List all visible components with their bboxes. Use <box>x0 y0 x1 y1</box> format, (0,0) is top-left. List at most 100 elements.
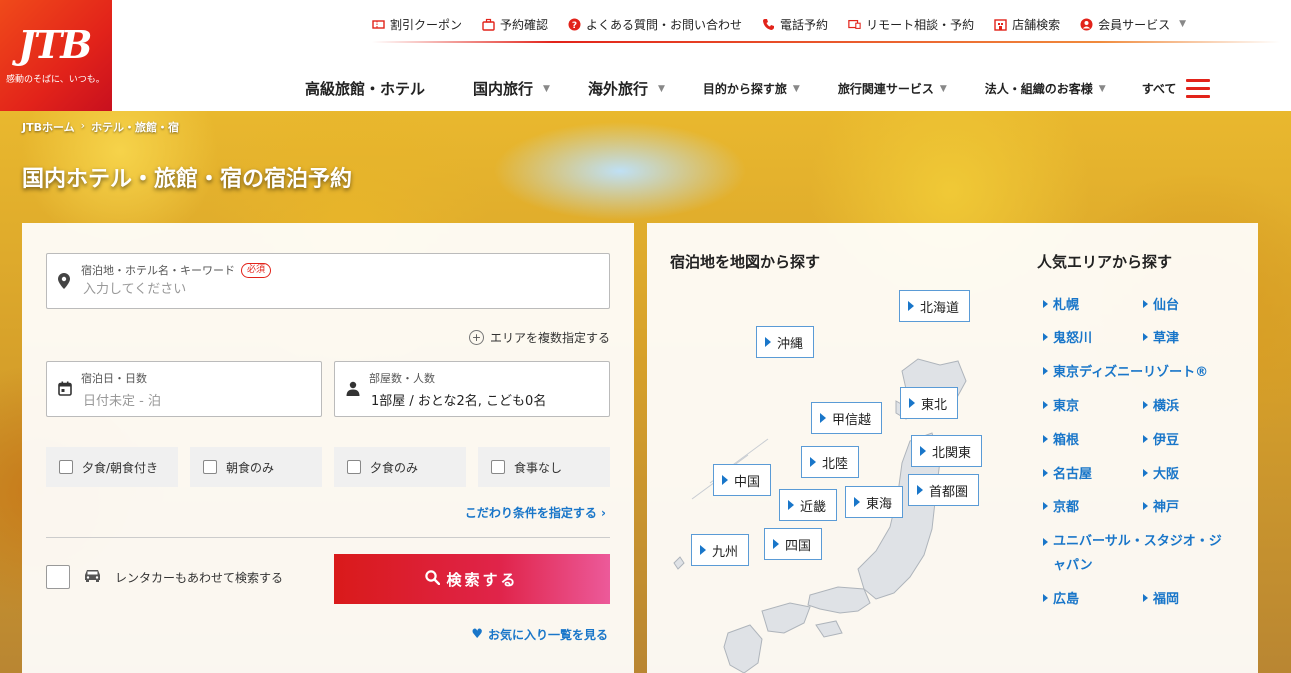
play-arrow-icon <box>1143 593 1148 602</box>
popular-area-label: 伊豆 <box>1153 433 1180 448</box>
chevron-down-icon: ▼ <box>657 83 665 94</box>
popular-area-kobe[interactable]: 神戸 <box>1143 496 1179 515</box>
meal-option-dinner-breakfast[interactable]: 夕食/朝食付き <box>46 447 178 487</box>
utility-label: 電話予約 <box>780 17 829 32</box>
utility-reservation-check[interactable]: 予約確認 <box>482 16 548 33</box>
meal-option-no-meal[interactable]: 食事なし <box>478 447 610 487</box>
region-koshinetsu[interactable]: 甲信越 <box>811 402 883 434</box>
utility-label: リモート相談・予約 <box>866 17 975 32</box>
breadcrumb: JTBホーム › ホテル・旅館・宿 <box>22 119 179 135</box>
calendar-icon <box>58 381 72 400</box>
nav-label: 目的から探す旅 <box>702 82 787 96</box>
play-arrow-icon <box>854 497 860 507</box>
destination-field[interactable]: 宿泊地・ホテル名・キーワード 必須 <box>46 253 610 309</box>
breadcrumb-current[interactable]: ホテル・旅館・宿 <box>91 119 179 135</box>
search-button[interactable]: 検索する <box>334 554 610 604</box>
detailed-conditions-link[interactable]: こだわり条件を指定する › <box>465 504 606 521</box>
popular-area-label: ユニバーサル・スタジオ・ジャパン <box>1053 534 1222 573</box>
utility-remote-consult[interactable]: リモート相談・予約 <box>848 16 974 33</box>
phone-icon <box>762 18 775 31</box>
rooms-guests-field[interactable]: 部屋数・人数 1部屋 / おとな2名, こども0名 <box>334 361 610 417</box>
meal-option-dinner-only[interactable]: 夕食のみ <box>334 447 466 487</box>
popular-area-sapporo[interactable]: 札幌 <box>1043 294 1079 313</box>
utility-phone[interactable]: 電話予約 <box>762 16 828 33</box>
utility-faq[interactable]: ? よくある質問・お問い合わせ <box>568 16 742 33</box>
utility-coupon[interactable]: 割引クーポン <box>372 16 462 33</box>
play-arrow-icon <box>700 545 706 555</box>
region-label: 沖縄 <box>777 336 804 352</box>
checkbox[interactable] <box>347 460 361 474</box>
popular-area-label: 横浜 <box>1153 399 1180 414</box>
main-nav: 高級旅館・ホテル 国内旅行 ▼ 海外旅行 ▼ 目的から探す旅 ▼ 旅行関連サービ… <box>305 78 1211 99</box>
utility-member-service[interactable]: 会員サービス ▼ <box>1080 16 1186 33</box>
play-arrow-icon <box>1043 501 1048 510</box>
region-kyushu[interactable]: 九州 <box>691 534 750 566</box>
popular-area-hiroshima[interactable]: 広島 <box>1043 588 1079 607</box>
play-arrow-icon <box>1043 299 1048 308</box>
checkbox[interactable] <box>59 460 73 474</box>
map-section-title: 宿泊地を地図から探す <box>670 253 821 271</box>
breadcrumb-home[interactable]: JTBホーム <box>22 119 75 135</box>
hero-section: JTBホーム › ホテル・旅館・宿 国内ホテル・旅館・宿の宿泊予約 宿泊地・ホテ… <box>0 111 1291 673</box>
popular-area-yokohama[interactable]: 横浜 <box>1143 395 1179 414</box>
region-shikoku[interactable]: 四国 <box>764 528 823 560</box>
play-arrow-icon <box>765 337 771 347</box>
coupon-icon <box>372 18 385 31</box>
nav-domestic-travel[interactable]: 国内旅行 ▼ <box>473 78 550 99</box>
popular-area-tokyo-disney-resort[interactable]: 東京ディズニーリゾート® <box>1043 361 1208 380</box>
popular-area-osaka[interactable]: 大阪 <box>1143 463 1179 482</box>
rentacar-option[interactable]: レンタカーもあわせて検索する <box>46 565 283 589</box>
multi-area-link[interactable]: + エリアを複数指定する <box>468 329 610 346</box>
checkbox[interactable] <box>491 460 505 474</box>
meal-option-breakfast-only[interactable]: 朝食のみ <box>190 447 322 487</box>
utility-store-search[interactable]: 店舗検索 <box>994 16 1060 33</box>
destination-input[interactable] <box>83 282 563 297</box>
popular-area-nagoya[interactable]: 名古屋 <box>1043 463 1092 482</box>
region-shutoken[interactable]: 首都圏 <box>908 474 980 506</box>
popular-area-usj[interactable]: ユニバーサル・スタジオ・ジャパン <box>1043 530 1233 578</box>
location-pin-icon <box>58 273 70 293</box>
nav-overseas-travel[interactable]: 海外旅行 ▼ <box>588 78 665 99</box>
region-hokkaido[interactable]: 北海道 <box>899 290 971 322</box>
nav-all-menu[interactable]: すべて <box>1142 79 1211 98</box>
popular-area-fukuoka[interactable]: 福岡 <box>1143 588 1179 607</box>
nav-luxury-hotels[interactable]: 高級旅館・ホテル <box>305 78 425 99</box>
popular-area-kinugawa[interactable]: 鬼怒川 <box>1043 327 1092 346</box>
dates-field[interactable]: 宿泊日・日数 日付未定 - 泊 <box>46 361 322 417</box>
region-hokuriku[interactable]: 北陸 <box>801 446 860 478</box>
popular-area-hakone[interactable]: 箱根 <box>1043 429 1079 448</box>
region-label: 東海 <box>866 496 893 512</box>
chevron-down-icon: ▼ <box>543 83 550 94</box>
utility-underline <box>372 41 1280 43</box>
jtb-logo[interactable]: JTB 感動のそばに、いつも。 <box>0 0 112 111</box>
car-icon <box>84 569 101 585</box>
checkbox[interactable] <box>203 460 217 474</box>
popular-area-kusatsu[interactable]: 草津 <box>1143 327 1179 346</box>
region-chugoku[interactable]: 中国 <box>713 464 772 496</box>
briefcase-icon <box>482 18 495 31</box>
rentacar-checkbox[interactable] <box>46 565 70 589</box>
region-label: 北海道 <box>920 300 960 316</box>
play-arrow-icon <box>1043 538 1048 546</box>
popular-area-sendai[interactable]: 仙台 <box>1143 294 1179 313</box>
region-tokai[interactable]: 東海 <box>845 486 904 518</box>
nav-purpose-travel[interactable]: 目的から探す旅 ▼ <box>703 80 800 97</box>
logo-mark: JTB <box>18 22 92 67</box>
play-arrow-icon <box>773 539 779 549</box>
region-tohoku[interactable]: 東北 <box>900 387 959 419</box>
nav-label: 海外旅行 <box>587 80 648 98</box>
popular-area-kyoto[interactable]: 京都 <box>1043 496 1079 515</box>
popular-area-label: 京都 <box>1053 500 1080 515</box>
region-kita-kanto[interactable]: 北関東 <box>911 435 983 467</box>
popular-area-tokyo[interactable]: 東京 <box>1043 395 1079 414</box>
chevron-down-icon: ▼ <box>792 83 800 94</box>
popular-area-izu[interactable]: 伊豆 <box>1143 429 1179 448</box>
nav-corporate[interactable]: 法人・組織のお客様 ▼ <box>985 80 1106 97</box>
region-kinki[interactable]: 近畿 <box>779 489 838 521</box>
play-arrow-icon <box>1143 299 1148 308</box>
destination-label: 宿泊地・ホテル名・キーワード 必須 <box>81 262 272 278</box>
region-okinawa[interactable]: 沖縄 <box>756 326 815 358</box>
favorites-link[interactable]: ♥ お気に入り一覧を見る <box>471 626 608 643</box>
nav-travel-services[interactable]: 旅行関連サービス ▼ <box>838 80 947 97</box>
dates-placeholder: 日付未定 - 泊 <box>83 394 161 409</box>
